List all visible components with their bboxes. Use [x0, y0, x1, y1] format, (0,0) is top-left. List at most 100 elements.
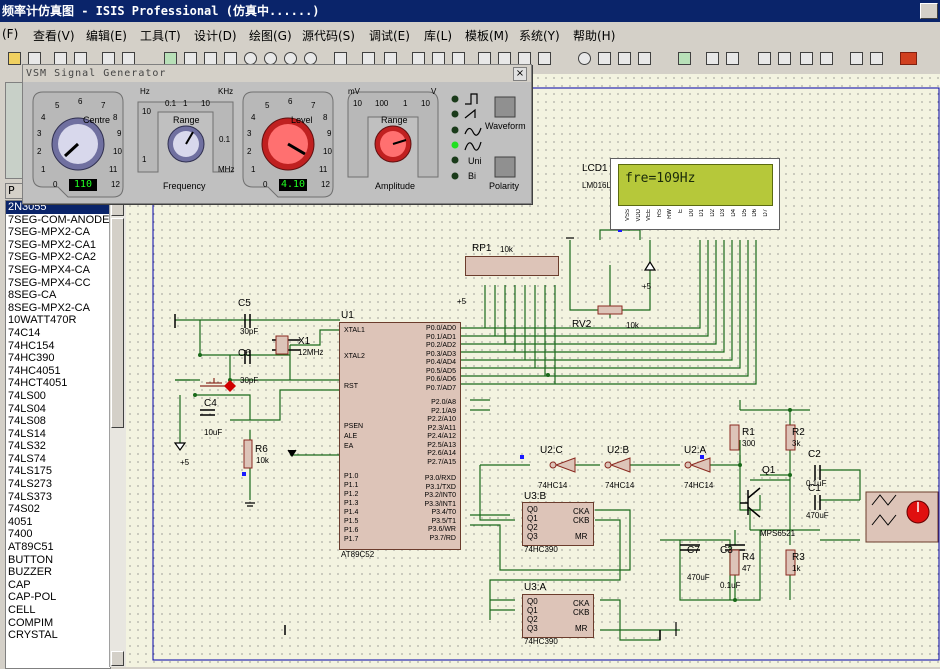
lcd-pin-label: RS — [656, 209, 663, 218]
amplitude-label: Amplitude — [375, 181, 416, 191]
u3a-q2: Q2 — [527, 615, 538, 624]
u1-left-pin-label: P1.1 — [344, 482, 359, 489]
u1-right-pin-label: P3.1/TXD — [425, 483, 456, 491]
frequency-label: Frequency — [163, 181, 206, 191]
u3b-q2: Q2 — [527, 523, 538, 532]
u1-left-pin-label: P1.4 — [344, 509, 359, 516]
hz-unit: Hz — [140, 87, 150, 96]
level-scale-2: 2 — [247, 147, 252, 156]
u1-ref: U1 — [341, 310, 354, 321]
amp-range-scale-0: 10 — [353, 99, 362, 108]
lcd-pin-label: D7 — [762, 209, 769, 217]
u1-right-pin-label: P0.3/AD3 — [426, 350, 456, 358]
centre-scale-10: 10 — [113, 147, 122, 156]
generator-title: VSM Signal Generator — [23, 65, 531, 82]
u3b-q1: Q1 — [527, 514, 538, 523]
waveform-button[interactable] — [495, 97, 515, 117]
amp-range-scale-3: 10 — [421, 99, 430, 108]
u3b-ckb: CKB — [573, 516, 590, 525]
u3a-q0: Q0 — [527, 597, 538, 606]
u1-left-pin-label: RST — [344, 383, 358, 390]
u3a-counter[interactable]: Q0 Q1 Q2 Q3 CKA CKB MR — [522, 594, 594, 638]
range-label: Range — [173, 115, 200, 125]
u2c-ref: U2:C — [540, 445, 563, 456]
u1-microcontroller[interactable]: XTAL1 XTAL2 RST PSEN ALE EA P1.0 P1.1 P1.2 P1.3 P1… — [339, 322, 461, 550]
u3b-counter[interactable]: Q0 Q1 Q2 Q3 CKA CKB MR — [522, 502, 594, 546]
centre-knob[interactable] — [43, 95, 113, 165]
c1-ref: C1 — [808, 483, 821, 494]
range-scale-0: 0.1 — [165, 99, 177, 108]
u3b-q0: Q0 — [527, 505, 538, 514]
amp-range-scale-2: 1 — [403, 99, 408, 108]
level-readout: 4.10 — [279, 179, 307, 191]
range-scale-4: 1 — [142, 155, 147, 164]
lcd-pin-label: D6 — [752, 209, 759, 217]
r1-ref: R1 — [742, 427, 755, 438]
u1-left-pin-label: P1.5 — [344, 518, 359, 525]
generator-close-button[interactable]: × — [513, 67, 527, 81]
u3a-ckb: CKB — [573, 608, 590, 617]
u3a-cka: CKA — [573, 599, 590, 608]
range-scale-1: 1 — [183, 99, 188, 108]
u1-right-pin-label: P3.2/INT0 — [424, 492, 456, 499]
range-scale-3: 0.1 — [219, 135, 231, 144]
level-scale-3: 3 — [247, 129, 252, 138]
c7-value: 470uF — [687, 573, 710, 582]
lcd-pin-label: VEE — [646, 209, 653, 222]
u3b-model: 74HC390 — [524, 545, 558, 554]
u1-right-pin-label: P2.0/A8 — [431, 399, 456, 406]
level-scale-10: 10 — [323, 147, 332, 156]
level-scale-9: 9 — [327, 129, 332, 138]
c4-value: 10uF — [204, 428, 223, 437]
u1-right-pin-label: P0.2/AD2 — [426, 342, 456, 349]
centre-readout: 110 — [69, 179, 97, 191]
level-scale-8: 8 — [323, 113, 328, 122]
mv-unit: mV — [348, 87, 360, 96]
v-unit: V — [431, 87, 437, 96]
u2c-model: 74HC14 — [538, 481, 568, 490]
c6-value: 30pF — [240, 376, 259, 385]
u1-left-pin-label: P1.2 — [344, 491, 359, 498]
vsm-signal-generator[interactable]: VSM Signal Generator × Centre Range Freq… — [22, 64, 532, 204]
r6-value: 10k — [256, 456, 269, 465]
level-knob[interactable] — [253, 95, 323, 165]
u1-right-pin-label: P0.4/AD4 — [426, 359, 456, 366]
u1-left-pin-label: P1.3 — [344, 500, 359, 507]
u1-right-pin-label: P0.5/AD5 — [426, 367, 456, 375]
u1-left-pin-label: EA — [344, 443, 354, 450]
lcd-pin-label: RW — [667, 209, 674, 219]
amp-range-scale-1: 100 — [375, 99, 389, 108]
centre-scale-11: 11 — [109, 165, 118, 174]
centre-scale-12: 12 — [111, 180, 120, 189]
lcd-text: fre=109Hz — [625, 171, 696, 186]
c3-ref: C3 — [720, 545, 733, 556]
amplitude-range-knob[interactable] — [374, 125, 412, 163]
frequency-range-knob[interactable] — [167, 125, 205, 163]
r3-ref: R3 — [792, 552, 805, 563]
level-scale-0: 0 — [263, 180, 268, 189]
waveform-label: Waveform — [485, 121, 526, 131]
u1-right-pin-label: P2.1/A9 — [431, 407, 456, 415]
lcd-pin-label: D5 — [741, 209, 748, 217]
vcc-label-3: +5 — [642, 282, 652, 291]
centre-scale-3: 3 — [37, 129, 42, 138]
c3-value: 0.1uF — [720, 581, 741, 590]
u2b-model: 74HC14 — [605, 481, 635, 490]
range2-label: Range — [381, 115, 408, 125]
centre-scale-0: 0 — [53, 180, 58, 189]
r6-ref: R6 — [255, 444, 268, 455]
lcd-pin-label: D1 — [699, 209, 706, 217]
vcc-label-2: +5 — [457, 297, 467, 306]
range-scale-2: 10 — [201, 99, 210, 108]
u1-left-pin-label: XTAL1 — [344, 327, 365, 334]
lcd-model: LM016L — [582, 181, 611, 190]
u1-right-pin-label: P3.4/T0 — [431, 509, 456, 516]
range-scale-5: 10 — [142, 107, 151, 116]
polarity-button[interactable] — [495, 157, 515, 177]
lcd-display[interactable]: fre=109Hz VSS VDD VEE RS RW E D0 D1 D2 D3 D4 D5 D6 D7 — [610, 158, 780, 230]
rp1-resistor-pack[interactable] — [465, 256, 559, 276]
u1-model: AT89C52 — [341, 550, 375, 559]
rv2-value: 10k — [626, 321, 639, 330]
u3b-q3: Q3 — [527, 532, 538, 541]
lcd-pin-label: D4 — [731, 209, 737, 217]
